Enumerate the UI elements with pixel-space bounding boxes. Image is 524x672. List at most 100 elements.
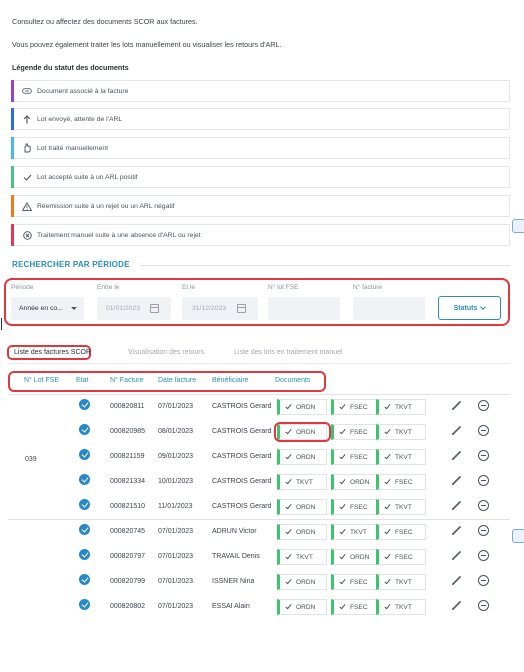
- tab-visualisation-retours[interactable]: Visualisation des retours: [128, 349, 204, 356]
- remove-circle-icon[interactable]: [478, 475, 489, 486]
- calendar-icon[interactable]: [150, 304, 160, 313]
- legend-label: Réemission suite à un rejet ou un ARL né…: [37, 202, 175, 210]
- et-label: Et le: [182, 284, 196, 291]
- document-badge[interactable]: FSEC: [331, 574, 381, 590]
- document-badge[interactable]: ORDN: [277, 499, 327, 515]
- edit-pencil-icon[interactable]: [451, 525, 462, 536]
- table-row[interactable]: 000820802 07/01/2023 ESSAI Alain ORDN FSEC TK…: [0, 594, 524, 619]
- invoice-number: 000820802: [110, 603, 146, 610]
- document-badge[interactable]: TKVT: [376, 599, 426, 615]
- document-badge[interactable]: FSEC: [331, 399, 381, 415]
- table-row[interactable]: 000821510 11/01/2023 CASTROIS Gerard ORDN FS…: [0, 494, 524, 519]
- legend-item-lot-traite: Lot traité manuellement: [11, 137, 510, 159]
- col-facture[interactable]: N° Facture: [110, 377, 144, 384]
- remove-circle-icon[interactable]: [478, 400, 489, 411]
- edit-pencil-icon[interactable]: [451, 425, 462, 436]
- edit-pencil-icon[interactable]: [451, 575, 462, 586]
- document-badge[interactable]: TKVT: [331, 524, 381, 540]
- document-badge[interactable]: TKVT: [277, 549, 327, 565]
- table-row[interactable]: 000820797 07/01/2023 TRAVAIL Denis TKVT ORDN…: [0, 544, 524, 569]
- legend-item-document-associe: Document associé à la facture: [11, 80, 510, 102]
- col-beneficiaire[interactable]: Bénéficiaire: [212, 377, 249, 384]
- document-label: ORDN: [296, 453, 316, 461]
- document-badge[interactable]: TKVT: [376, 399, 426, 415]
- table-row[interactable]: 000821159 09/01/2023 CASTROIS Gerard ORDN FS…: [0, 444, 524, 469]
- statuts-button[interactable]: Statuts: [438, 296, 501, 320]
- hand-icon: [22, 143, 32, 153]
- calendar-icon[interactable]: [237, 304, 247, 313]
- check-icon: [339, 577, 346, 585]
- lot-fse-input[interactable]: [268, 297, 340, 320]
- table-row[interactable]: 000820799 07/01/2023 ISSNER Nina ORDN FSEC TK…: [0, 569, 524, 594]
- side-panel-tab[interactable]: [512, 529, 524, 543]
- check-icon: [285, 452, 292, 460]
- document-badge[interactable]: FSEC: [331, 449, 381, 465]
- invoice-date: 10/01/2023: [158, 478, 194, 485]
- document-label: FSEC: [350, 403, 368, 411]
- document-label: TKVT: [395, 453, 412, 461]
- remove-circle-icon[interactable]: [478, 600, 489, 611]
- document-badge[interactable]: FSEC: [376, 524, 426, 540]
- table-row[interactable]: 000821334 10/01/2023 CASTROIS Gerard TKVT OR…: [0, 469, 524, 494]
- table-row[interactable]: 000820985 08/01/2023 CASTROIS Gerard ORDN FS…: [0, 419, 524, 444]
- col-lot-fse[interactable]: N° Lot FSE: [24, 377, 59, 384]
- document-badge[interactable]: ORDN: [277, 524, 327, 540]
- beneficiary-name: ESSAI Alain: [212, 603, 250, 610]
- status-ok-icon: [79, 399, 90, 410]
- document-label: TKVT: [395, 603, 412, 611]
- table-row[interactable]: 000820811 07/01/2023 CASTROIS Gerard ORDN FS…: [0, 394, 524, 419]
- edit-pencil-icon[interactable]: [451, 600, 462, 611]
- table-row[interactable]: 000820745 07/01/2023 ADRUN Victor ORDN TKVT F…: [0, 519, 524, 544]
- col-etat[interactable]: Etat: [76, 377, 88, 384]
- col-documents[interactable]: Documents: [275, 377, 310, 384]
- tab-lots-traitement-manuel[interactable]: Liste des lots en traitement manuel: [234, 349, 343, 356]
- remove-circle-icon[interactable]: [478, 450, 489, 461]
- document-badge[interactable]: ORDN: [331, 549, 381, 565]
- invoice-number: 000820745: [110, 528, 146, 535]
- document-badge[interactable]: FSEC: [376, 549, 426, 565]
- edit-pencil-icon[interactable]: [451, 450, 462, 461]
- check-icon: [384, 477, 391, 485]
- remove-circle-icon[interactable]: [478, 500, 489, 511]
- remove-circle-icon[interactable]: [478, 425, 489, 436]
- edit-pencil-icon[interactable]: [451, 475, 462, 486]
- document-badge[interactable]: TKVT: [376, 449, 426, 465]
- date-end-field[interactable]: 31/12/2023: [182, 297, 258, 320]
- document-badge[interactable]: TKVT: [277, 474, 327, 490]
- edit-pencil-icon[interactable]: [451, 400, 462, 411]
- document-label: FSEC: [350, 603, 368, 611]
- document-badge[interactable]: ORDN: [277, 399, 327, 415]
- document-badge[interactable]: TKVT: [376, 499, 426, 515]
- warning-icon: [22, 201, 32, 211]
- facture-label: N° facture: [353, 284, 382, 291]
- status-ok-icon: [79, 499, 90, 510]
- tab-factures-scor[interactable]: Liste des factures SCOR: [14, 349, 91, 356]
- document-badge[interactable]: FSEC: [331, 599, 381, 615]
- document-badge[interactable]: ORDN: [277, 449, 327, 465]
- facture-input[interactable]: [353, 297, 425, 320]
- remove-circle-icon[interactable]: [478, 575, 489, 586]
- remove-circle-icon[interactable]: [478, 525, 489, 536]
- document-badge[interactable]: FSEC: [331, 424, 381, 440]
- document-badge[interactable]: ORDN: [331, 474, 381, 490]
- document-label: TKVT: [296, 478, 313, 486]
- col-date-facture[interactable]: Date facture: [158, 377, 196, 384]
- date-start-field[interactable]: 01/01/2023: [97, 297, 171, 320]
- beneficiary-name: CASTROIS Gerard: [212, 453, 272, 460]
- remove-circle-icon[interactable]: [478, 550, 489, 561]
- document-label: ORDN: [296, 528, 316, 536]
- side-panel-tab[interactable]: [512, 219, 524, 233]
- check-icon: [384, 577, 391, 585]
- document-badge[interactable]: TKVT: [376, 424, 426, 440]
- document-badge[interactable]: ORDN: [277, 574, 327, 590]
- document-badge[interactable]: ORDN: [277, 599, 327, 615]
- document-label: TKVT: [395, 428, 412, 436]
- document-label: TKVT: [350, 528, 367, 536]
- document-badge[interactable]: FSEC: [376, 474, 426, 490]
- edit-pencil-icon[interactable]: [451, 500, 462, 511]
- document-badge[interactable]: TKVT: [376, 574, 426, 590]
- document-highlight: [274, 422, 331, 442]
- periode-select[interactable]: Année en co...: [11, 297, 84, 320]
- edit-pencil-icon[interactable]: [451, 550, 462, 561]
- document-badge[interactable]: FSEC: [331, 499, 381, 515]
